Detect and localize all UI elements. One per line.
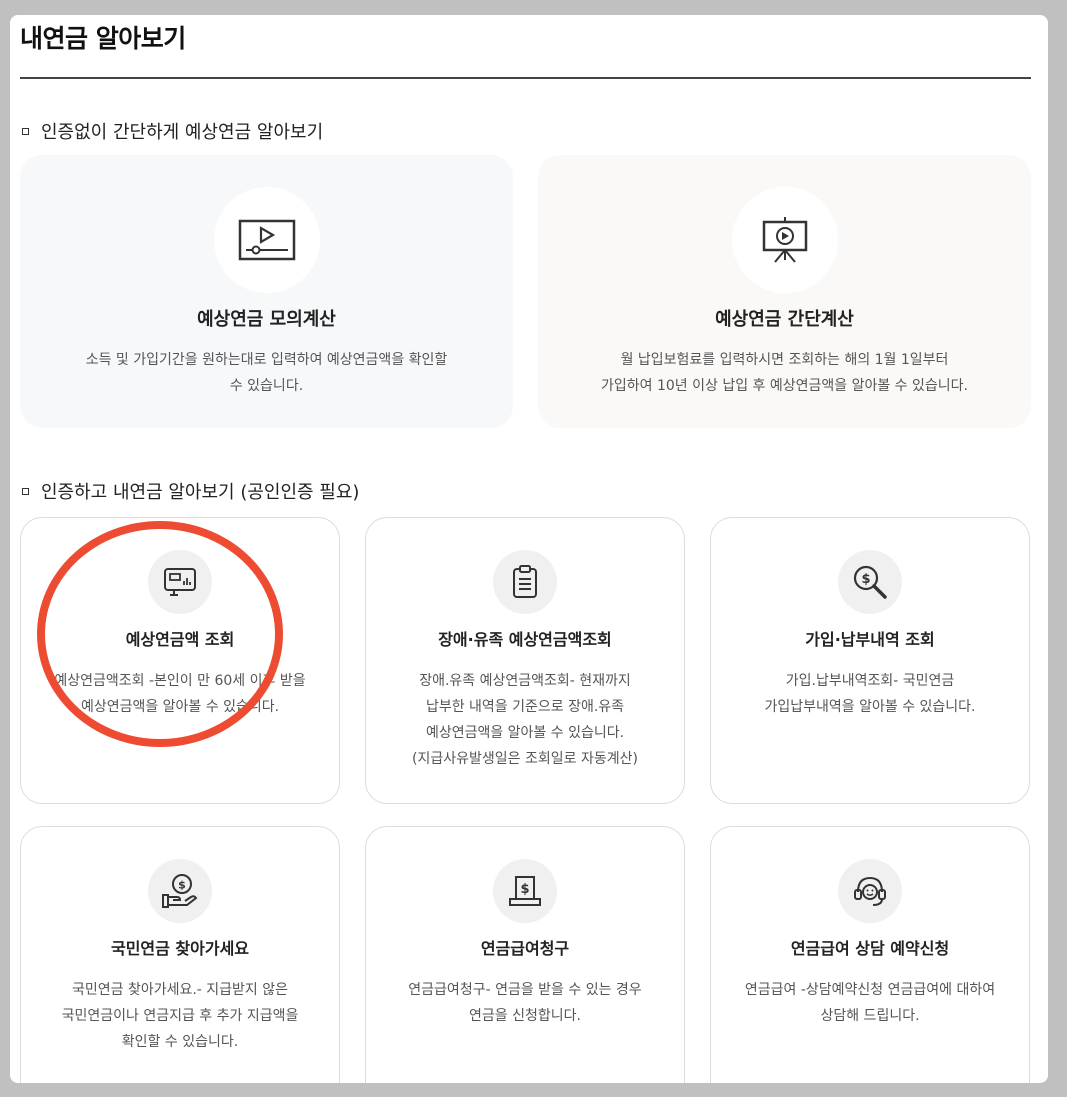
section-heading-text: 인증하고 내연금 알아보기 (공인인증 필요) <box>41 482 360 503</box>
card-description: 연금급여청구- 연금을 받을 수 있는 경우 연금을 신청합니다. <box>378 977 672 1029</box>
desc-line: 상담해 드립니다. <box>820 1008 920 1024</box>
desc-line: 월 납입보험료를 입력하시면 조회하는 해의 1월 1일부터 <box>620 352 949 368</box>
desc-line: 소득 및 가입기간을 원하는대로 입력하여 예상연금액을 확인할 <box>85 352 448 368</box>
document-dollar-icon: $ <box>493 859 557 923</box>
card-title: 예상연금 간단계산 <box>715 309 854 330</box>
section-heading-text: 인증없이 간단하게 예상연금 알아보기 <box>41 122 324 143</box>
card-disability-survivor-inquiry[interactable]: 장애·유족 예상연금액조회 장애.유족 예상연금액조회- 현재까지 납부한 내역… <box>365 517 685 804</box>
svg-text:$: $ <box>861 572 870 587</box>
card-title: 연금급여청구 <box>480 939 570 958</box>
desc-line: 납부한 내역을 기준으로 장애.유족 <box>425 699 625 715</box>
card-enrollment-payment-history[interactable]: $ 가입·납부내역 조회 가입.납부내역조회- 국민연금 가입납부내역을 알아볼… <box>710 517 1030 804</box>
desc-line: (지급사유발생일은 조회일로 자동계산) <box>412 751 638 767</box>
card-simple-pension-calc[interactable]: 예상연금 간단계산 월 납입보험료를 입력하시면 조회하는 해의 1월 1일부터… <box>538 155 1031 428</box>
bullet-icon <box>22 127 29 135</box>
svg-text:$: $ <box>178 879 186 892</box>
card-description: 장애.유족 예상연금액조회- 현재까지 납부한 내역을 기준으로 장애.유족 예… <box>378 668 672 772</box>
desc-line: 수 있습니다. <box>229 378 304 394</box>
page-title: 내연금 알아보기 <box>20 24 186 53</box>
bullet-icon <box>22 487 29 495</box>
card-title: 예상연금액 조회 <box>125 630 235 649</box>
svg-text:$: $ <box>520 882 529 897</box>
card-title: 연금급여 상담 예약신청 <box>790 939 950 958</box>
clipboard-icon <box>493 550 557 614</box>
card-find-pension[interactable]: $ 국민연금 찾아가세요 국민연금 찾아가세요.- 지급받지 않은 국민연금이나… <box>20 826 340 1083</box>
hand-coin-icon: $ <box>148 859 212 923</box>
card-title: 장애·유족 예상연금액조회 <box>438 630 612 649</box>
desc-line: 예상연금액조회 -본인이 만 60세 이후 받을 <box>54 673 306 689</box>
card-description: 연금급여 -상담예약신청 연금급여에 대하여 상담해 드립니다. <box>723 977 1017 1029</box>
main-panel: 내연금 알아보기 인증없이 간단하게 예상연금 알아보기 예상연금 모의계산 소… <box>10 15 1048 1083</box>
title-divider <box>20 77 1031 79</box>
card-description: 소득 및 가입기간을 원하는대로 입력하여 예상연금액을 확인할 수 있습니다. <box>40 347 493 399</box>
section-heading-no-auth: 인증없이 간단하게 예상연금 알아보기 <box>22 118 323 144</box>
desc-line: 연금급여청구- 연금을 받을 수 있는 경우 <box>408 982 642 998</box>
desc-line: 연금을 신청합니다. <box>469 1008 581 1024</box>
card-consultation-reservation[interactable]: 연금급여 상담 예약신청 연금급여 -상담예약신청 연금급여에 대하여 상담해 … <box>710 826 1030 1083</box>
card-title: 가입·납부내역 조회 <box>805 630 935 649</box>
presentation-play-icon <box>731 187 838 293</box>
card-title: 국민연금 찾아가세요 <box>110 939 250 958</box>
desc-line: 가입하여 10년 이상 납입 후 예상연금액을 알아볼 수 있습니다. <box>601 378 968 394</box>
headset-icon <box>838 859 902 923</box>
desc-line: 국민연금 찾아가세요.- 지급받지 않은 <box>71 982 289 998</box>
card-title: 예상연금 모의계산 <box>197 309 336 330</box>
desc-line: 장애.유족 예상연금액조회- 현재까지 <box>419 673 631 689</box>
desc-line: 예상연금액을 알아볼 수 있습니다. <box>80 699 280 715</box>
monitor-chart-icon <box>148 550 212 614</box>
desc-line: 연금급여 -상담예약신청 연금급여에 대하여 <box>744 982 996 998</box>
video-player-icon <box>213 187 320 293</box>
card-description: 월 납입보험료를 입력하시면 조회하는 해의 1월 1일부터 가입하여 10년 … <box>558 347 1011 399</box>
card-pension-benefit-claim[interactable]: $ 연금급여청구 연금급여청구- 연금을 받을 수 있는 경우 연금을 신청합니… <box>365 826 685 1083</box>
magnifier-dollar-icon: $ <box>838 550 902 614</box>
desc-line: 가입납부내역을 알아볼 수 있습니다. <box>764 699 976 715</box>
desc-line: 국민연금이나 연금지급 후 추가 지급액을 <box>61 1008 299 1024</box>
desc-line: 예상연금액을 알아볼 수 있습니다. <box>425 725 625 741</box>
section-heading-with-auth: 인증하고 내연금 알아보기 (공인인증 필요) <box>22 478 359 504</box>
card-mock-pension-calc[interactable]: 예상연금 모의계산 소득 및 가입기간을 원하는대로 입력하여 예상연금액을 확… <box>20 155 513 428</box>
card-description: 예상연금액조회 -본인이 만 60세 이후 받을 예상연금액을 알아볼 수 있습… <box>33 668 327 720</box>
card-description: 가입.납부내역조회- 국민연금 가입납부내역을 알아볼 수 있습니다. <box>723 668 1017 720</box>
desc-line: 가입.납부내역조회- 국민연금 <box>785 673 955 689</box>
card-expected-pension-inquiry[interactable]: 예상연금액 조회 예상연금액조회 -본인이 만 60세 이후 받을 예상연금액을… <box>20 517 340 804</box>
desc-line: 확인할 수 있습니다. <box>121 1034 239 1050</box>
card-description: 국민연금 찾아가세요.- 지급받지 않은 국민연금이나 연금지급 후 추가 지급… <box>33 977 327 1055</box>
